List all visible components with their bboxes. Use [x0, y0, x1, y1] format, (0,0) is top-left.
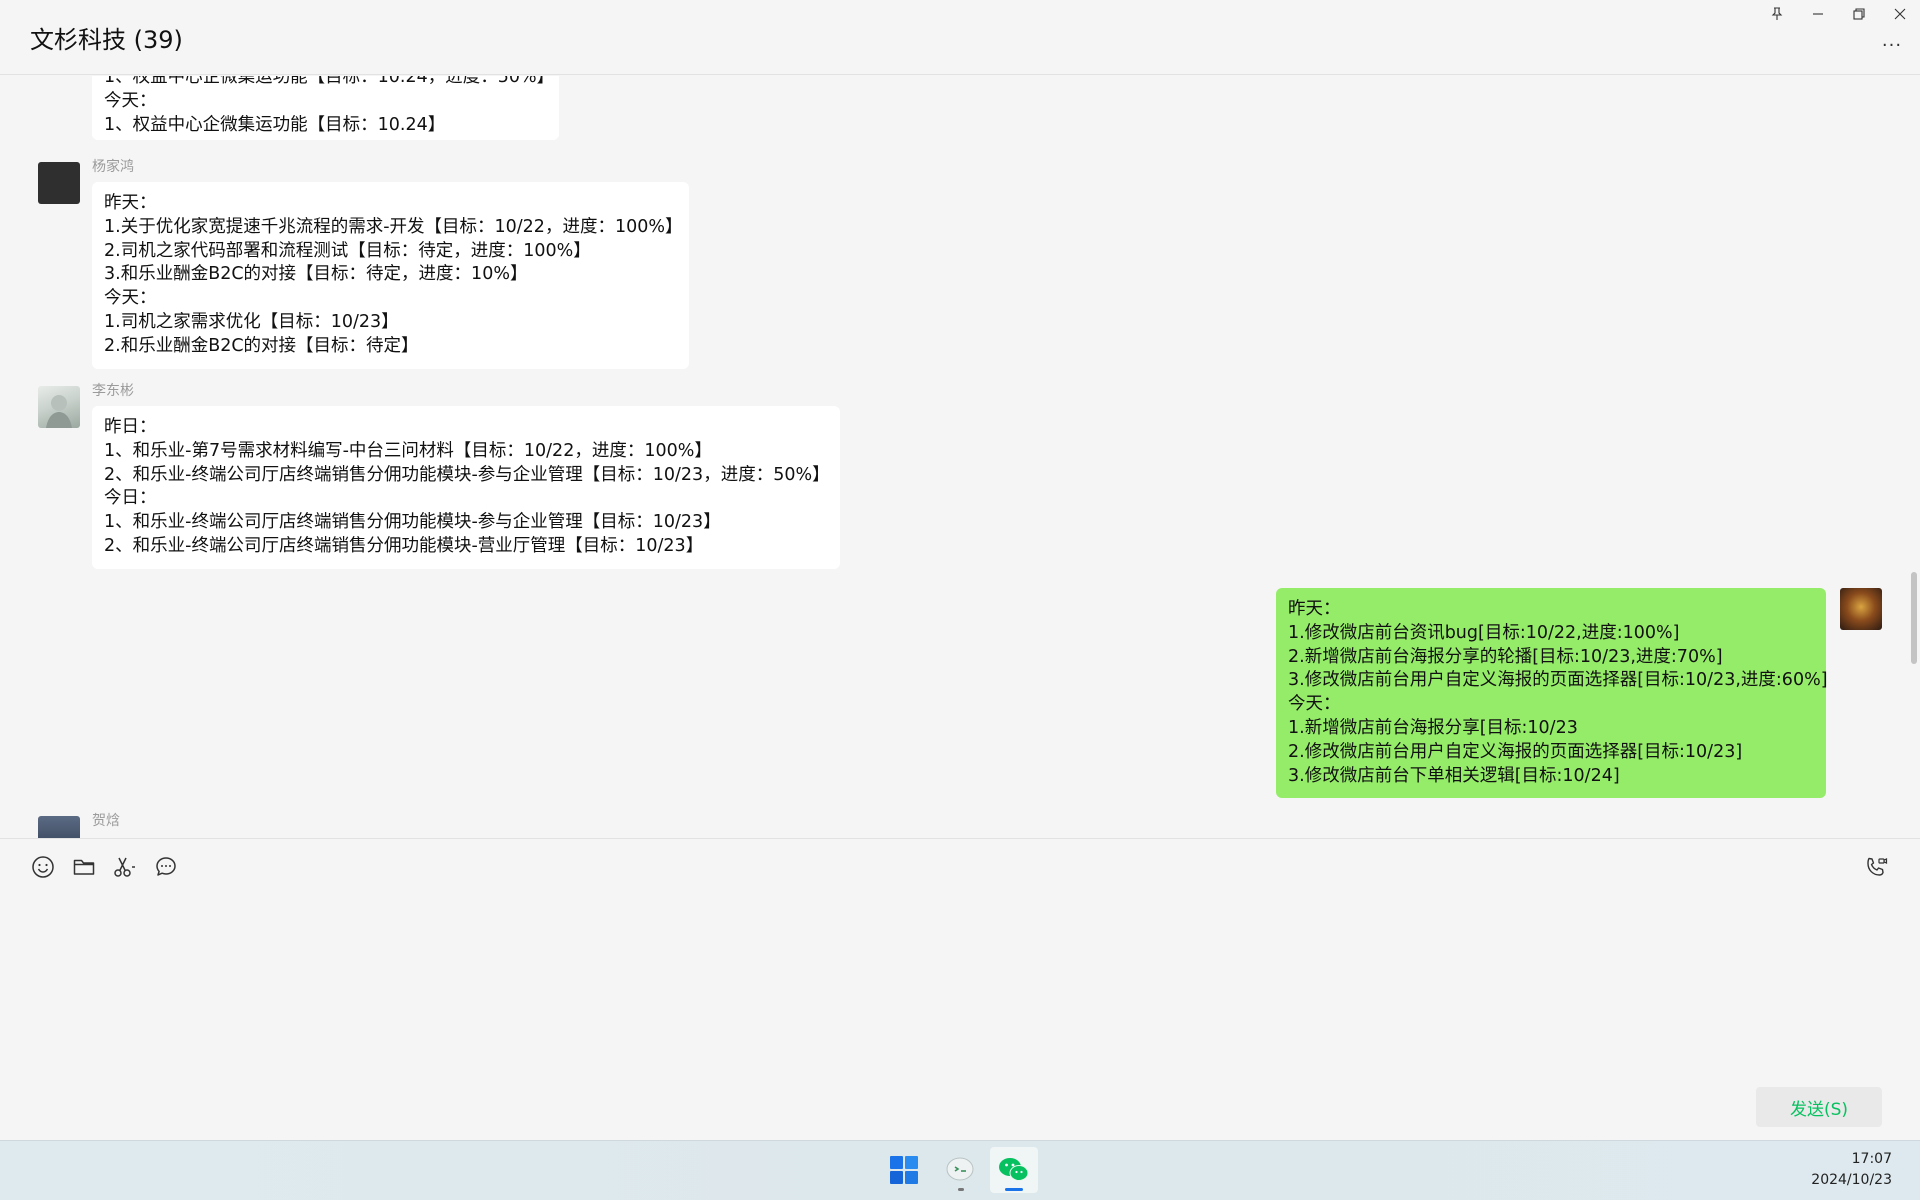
folder-icon[interactable]	[70, 853, 98, 881]
more-options-button[interactable]: ···	[1878, 34, 1906, 56]
clock-time: 17:07	[1851, 1151, 1892, 1167]
message-line: 今日：	[104, 488, 157, 509]
wechat-icon[interactable]	[990, 1147, 1038, 1193]
taskbar: 17:07 2024/10/23	[0, 1140, 1920, 1200]
message-line: 3.修改微店前台下单相关逻辑[目标:10/24]	[1288, 765, 1620, 786]
close-icon[interactable]	[1879, 0, 1920, 28]
message-line: 3.和乐业酬金B2C的对接【目标：待定，进度：10%】	[104, 264, 528, 285]
scrollbar-thumb[interactable]	[1911, 572, 1917, 664]
sender-name: 杨家鸿	[92, 159, 134, 175]
message-bubble[interactable]: 昨日： 1、和乐业-第7号需求材料编写-中台三问材料【目标：10/22，进度：1…	[92, 406, 840, 569]
message-line: 今天：	[1288, 694, 1341, 715]
pin-icon[interactable]	[1756, 0, 1797, 28]
message-line: 2.修改微店前台用户自定义海报的页面选择器[目标:10/23]	[1288, 741, 1743, 762]
clock-date: 2024/10/23	[1811, 1172, 1892, 1188]
composer[interactable]: 发送(S)	[0, 838, 1920, 1140]
avatar[interactable]	[38, 162, 80, 204]
message-line: 1、权益中心企微集运功能【目标：10.24】	[104, 114, 446, 135]
chat-title: 文杉科技 (39)	[30, 26, 183, 54]
scrollbar[interactable]	[1906, 76, 1920, 838]
message-line: 昨日：	[104, 417, 157, 437]
message-line: 昨天：	[104, 193, 157, 213]
message-line: 今天：	[104, 288, 157, 309]
sender-name: 李东彬	[92, 383, 134, 399]
minimize-icon[interactable]	[1797, 0, 1838, 28]
my-message-bubble[interactable]: 昨天： 1.修改微店前台资讯bug[目标:10/22,进度:100%] 2.新增…	[1276, 588, 1828, 799]
message-line: 1、和乐业-第7号需求材料编写-中台三问材料【目标：10/22，进度：100%】	[104, 440, 712, 461]
message-line: 2.和乐业酬金B2C的对接【目标：待定】	[104, 335, 419, 356]
message-bubble[interactable]: 昨天： 1.关于优化家宽提速千兆流程的需求-开发【目标：10/22，进度：100…	[92, 182, 689, 369]
active-indicator	[1005, 1188, 1023, 1191]
sender-name: 贺焓	[92, 813, 120, 829]
message-line: 3.修改微店前台用户自定义海报的页面选择器[目标:10/23,进度:60%]	[1288, 670, 1828, 691]
restore-icon[interactable]	[1838, 0, 1879, 28]
avatar[interactable]	[38, 816, 80, 838]
emoji-icon[interactable]	[29, 853, 57, 881]
message-bubble[interactable]: 1、权益中心企微集运功能【目标：10.24，进度：50%】 今天： 1、权益中心…	[92, 76, 559, 140]
windows-start-icon[interactable]	[880, 1147, 928, 1193]
message-line: 2.新增微店前台海报分享的轮播[目标:10/23,进度:70%]	[1288, 646, 1723, 667]
message-line: 1.关于优化家宽提速千兆流程的需求-开发【目标：10/22，进度：100%】	[104, 216, 683, 237]
scissors-icon[interactable]	[111, 853, 139, 881]
video-call-icon[interactable]	[1862, 853, 1890, 881]
message-line: 2、和乐业-终端公司厅店终端销售分佣功能模块-营业厅管理【目标：10/23】	[104, 535, 704, 556]
message-line: 1.修改微店前台资讯bug[目标:10/22,进度:100%]	[1288, 622, 1680, 643]
chat-app-icon[interactable]	[937, 1147, 985, 1193]
send-button[interactable]: 发送(S)	[1756, 1087, 1882, 1127]
chat-history-icon[interactable]	[152, 853, 180, 881]
message-line: 1.司机之家需求优化【目标：10/23】	[104, 311, 399, 332]
running-indicator	[958, 1188, 964, 1191]
message-list[interactable]: 1、权益中心企微集运功能【目标：10.24，进度：50%】 今天： 1、权益中心…	[0, 76, 1920, 838]
message-line: 2.司机之家代码部署和流程测试【目标：待定，进度：100%】	[104, 240, 591, 261]
system-clock[interactable]: 17:07 2024/10/23	[1811, 1149, 1892, 1191]
title-bar: 文杉科技 (39) ···	[0, 0, 1920, 75]
window-controls	[1756, 0, 1920, 28]
message-line: 1、权益中心企微集运功能【目标：10.24，进度：50%】	[104, 76, 555, 87]
message-line: 2、和乐业-终端公司厅店终端销售分佣功能模块-参与企业管理【目标：10/23，进…	[104, 464, 830, 485]
message-line: 1、和乐业-终端公司厅店终端销售分佣功能模块-参与企业管理【目标：10/23】	[104, 512, 721, 533]
avatar[interactable]	[38, 386, 80, 428]
avatar[interactable]	[1840, 588, 1882, 630]
message-line: 今天：	[104, 90, 157, 111]
message-line: 昨天：	[1288, 599, 1341, 619]
message-line: 1.新增微店前台海报分享[目标:10/23	[1288, 717, 1578, 738]
